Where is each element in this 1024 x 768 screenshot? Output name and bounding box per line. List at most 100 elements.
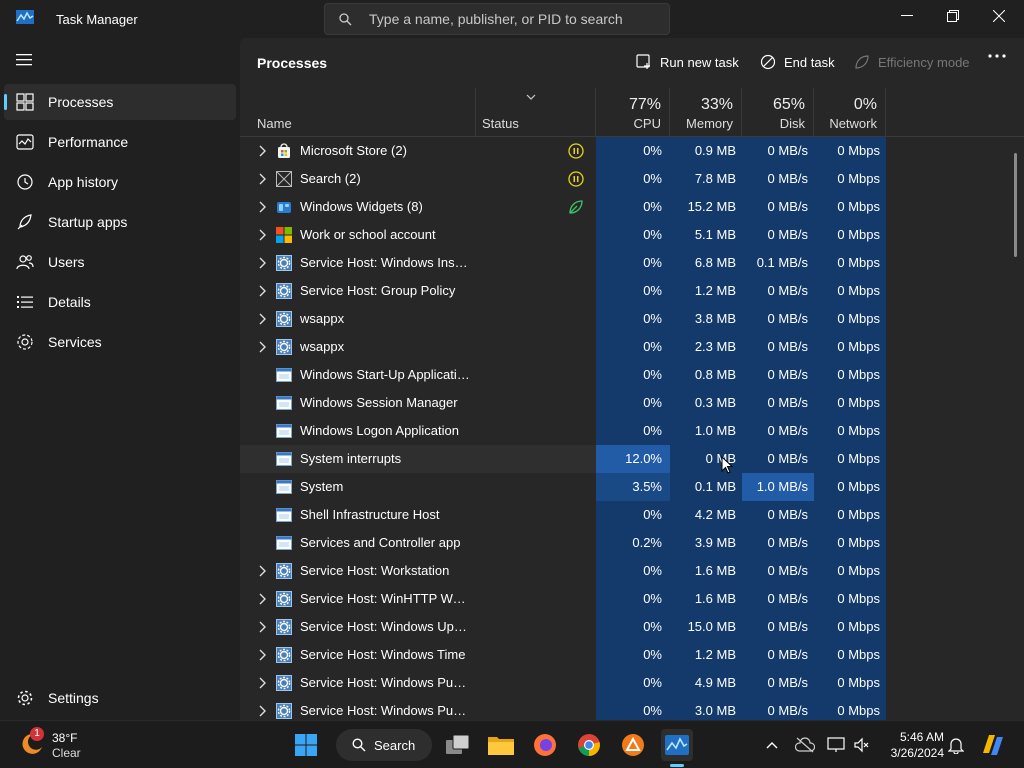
process-memory: 4.2 MB <box>670 501 742 529</box>
close-button[interactable] <box>976 0 1022 32</box>
column-name[interactable]: Name <box>240 88 476 136</box>
table-row[interactable]: Windows Logon Application 0% 1.0 MB 0 MB/s 0… <box>240 417 886 445</box>
chevron-right-icon[interactable] <box>258 705 266 717</box>
start-button[interactable] <box>290 729 322 761</box>
nav-app-history[interactable]: App history <box>4 164 236 200</box>
process-name: Microsoft Store (2) <box>300 143 407 158</box>
window-app-icon <box>276 536 292 550</box>
chevron-right-icon[interactable] <box>258 677 266 689</box>
process-cpu: 0% <box>596 389 670 417</box>
service-host-icon <box>276 591 292 607</box>
maximize-button[interactable] <box>930 0 976 32</box>
process-name: Shell Infrastructure Host <box>300 507 440 522</box>
process-disk: 0 MB/s <box>742 277 814 305</box>
vertical-scrollbar[interactable] <box>1014 153 1017 257</box>
taskbar-search-button[interactable]: Search <box>336 729 432 761</box>
table-row[interactable]: Search (2) 0% 7.8 MB 0 MB/s 0 Mbps <box>240 165 886 193</box>
firefox-button[interactable] <box>529 729 561 761</box>
table-row[interactable]: Service Host: Group Policy 0% 1.2 MB 0 MB/s… <box>240 277 886 305</box>
notifications-button[interactable] <box>940 729 972 761</box>
process-disk: 1.0 MB/s <box>742 473 814 501</box>
chevron-right-icon[interactable] <box>258 201 266 213</box>
chevron-right-icon[interactable] <box>258 341 266 353</box>
table-row[interactable]: Windows Start-Up Application 0% 0.8 MB 0 MB… <box>240 361 886 389</box>
column-cpu[interactable]: 77% CPU <box>596 88 670 136</box>
column-status[interactable]: Status <box>476 88 596 136</box>
onedrive-tray-button[interactable] <box>789 729 821 761</box>
table-row[interactable]: Service Host: Workstation 0% 1.6 MB 0 MB/s 0… <box>240 557 886 585</box>
app-button-orange[interactable] <box>617 729 649 761</box>
chevron-right-icon[interactable] <box>258 229 266 241</box>
nav-settings[interactable]: Settings <box>4 680 236 716</box>
efficiency-leaf-icon <box>569 200 583 214</box>
chevron-right-icon[interactable] <box>258 649 266 661</box>
run-new-task-label: Run new task <box>660 54 739 70</box>
active-app-indicator <box>670 764 684 767</box>
copilot-button[interactable] <box>976 729 1008 761</box>
nav-startup-apps[interactable]: Startup apps <box>4 204 236 240</box>
chrome-button[interactable] <box>573 729 605 761</box>
column-disk[interactable]: 65% Disk <box>742 88 814 136</box>
process-name: wsappx <box>300 339 345 354</box>
table-row[interactable]: Microsoft Store (2) 0% 0.9 MB 0 MB/s 0 Mbps <box>240 137 886 165</box>
more-options-icon[interactable] <box>988 54 1006 58</box>
search-box[interactable] <box>324 3 670 35</box>
table-row[interactable]: Service Host: WinHTTP Web P... 0% 1.6 MB 0 … <box>240 585 886 613</box>
end-task-button[interactable]: End task <box>760 52 835 72</box>
column-name-label: Name <box>257 116 292 131</box>
nav-services[interactable]: Services <box>4 324 236 360</box>
chevron-right-icon[interactable] <box>258 313 266 325</box>
process-network: 0 Mbps <box>814 445 886 473</box>
table-row[interactable]: Service Host: Windows Update 0% 15.0 MB 0 M… <box>240 613 886 641</box>
nav-processes[interactable]: Processes <box>4 84 236 120</box>
column-network[interactable]: 0% Network <box>814 88 886 136</box>
show-hidden-icons-button[interactable] <box>756 729 788 761</box>
chevron-right-icon[interactable] <box>258 285 266 297</box>
run-new-task-button[interactable]: Run new task <box>636 52 739 72</box>
chevron-right-icon[interactable] <box>258 565 266 577</box>
table-row[interactable]: System interrupts 12.0% 0 MB 0 MB/s 0 Mbps <box>240 445 886 473</box>
table-row[interactable]: Windows Session Manager 0% 0.3 MB 0 MB/s 0 M… <box>240 389 886 417</box>
table-row[interactable]: Service Host: Windows Push ... 0% 3.0 MB 0 … <box>240 697 886 720</box>
processes-panel: Processes Run new task End task Efficien… <box>240 38 1024 720</box>
process-disk: 0 MB/s <box>742 389 814 417</box>
nav-performance[interactable]: Performance <box>4 124 236 160</box>
nav-users[interactable]: Users <box>4 244 236 280</box>
chevron-right-icon[interactable] <box>258 621 266 633</box>
file-explorer-button[interactable] <box>485 729 517 761</box>
table-row[interactable]: Service Host: Windows Push ... 0% 4.9 MB 0 … <box>240 669 886 697</box>
chevron-right-icon[interactable] <box>258 593 266 605</box>
process-network: 0 Mbps <box>814 585 886 613</box>
firefox-icon <box>534 734 556 756</box>
sidebar: Processes Performance App history Startu… <box>0 38 240 720</box>
gear-icon <box>17 690 33 706</box>
search-input[interactable] <box>369 9 659 29</box>
window-title: Task Manager <box>56 12 138 27</box>
minimize-button[interactable] <box>884 0 930 32</box>
task-view-button[interactable] <box>442 729 474 761</box>
column-memory[interactable]: 33% Memory <box>670 88 742 136</box>
clock[interactable]: 5:46 AM 3/26/2024 <box>872 729 944 761</box>
chevron-right-icon[interactable] <box>258 257 266 269</box>
nav-details[interactable]: Details <box>4 284 236 320</box>
table-row[interactable]: Service Host: Windows Insider... 0% 6.8 MB… <box>240 249 886 277</box>
chevron-right-icon[interactable] <box>258 173 266 185</box>
table-row[interactable]: Shell Infrastructure Host 0% 4.2 MB 0 MB/s 0… <box>240 501 886 529</box>
table-row[interactable]: System 3.5% 0.1 MB 1.0 MB/s 0 Mbps <box>240 473 886 501</box>
table-row[interactable]: wsappx 0% 2.3 MB 0 MB/s 0 Mbps <box>240 333 886 361</box>
task-manager-taskbar-button[interactable] <box>661 729 693 761</box>
grid-icon <box>16 93 34 111</box>
table-row[interactable]: Work or school account 0% 5.1 MB 0 MB/s 0 Mb… <box>240 221 886 249</box>
search-icon <box>352 738 366 752</box>
table-row[interactable]: wsappx 0% 3.8 MB 0 MB/s 0 Mbps <box>240 305 886 333</box>
clock-date: 3/26/2024 <box>890 746 944 760</box>
hamburger-menu-icon[interactable] <box>16 54 32 66</box>
weather-widget[interactable]: 1 38°F Clear <box>18 727 138 761</box>
efficiency-mode-label: Efficiency mode <box>878 54 970 70</box>
table-row[interactable]: Windows Widgets (8) 0% 15.2 MB 0 MB/s 0 Mbps <box>240 193 886 221</box>
table-row[interactable]: Service Host: Windows Time 0% 1.2 MB 0 MB/s… <box>240 641 886 669</box>
chevron-right-icon[interactable] <box>258 145 266 157</box>
table-row[interactable]: Services and Controller app 0.2% 3.9 MB 0 M… <box>240 529 886 557</box>
process-memory: 4.9 MB <box>670 669 742 697</box>
efficiency-mode-button[interactable]: Efficiency mode <box>854 52 970 72</box>
